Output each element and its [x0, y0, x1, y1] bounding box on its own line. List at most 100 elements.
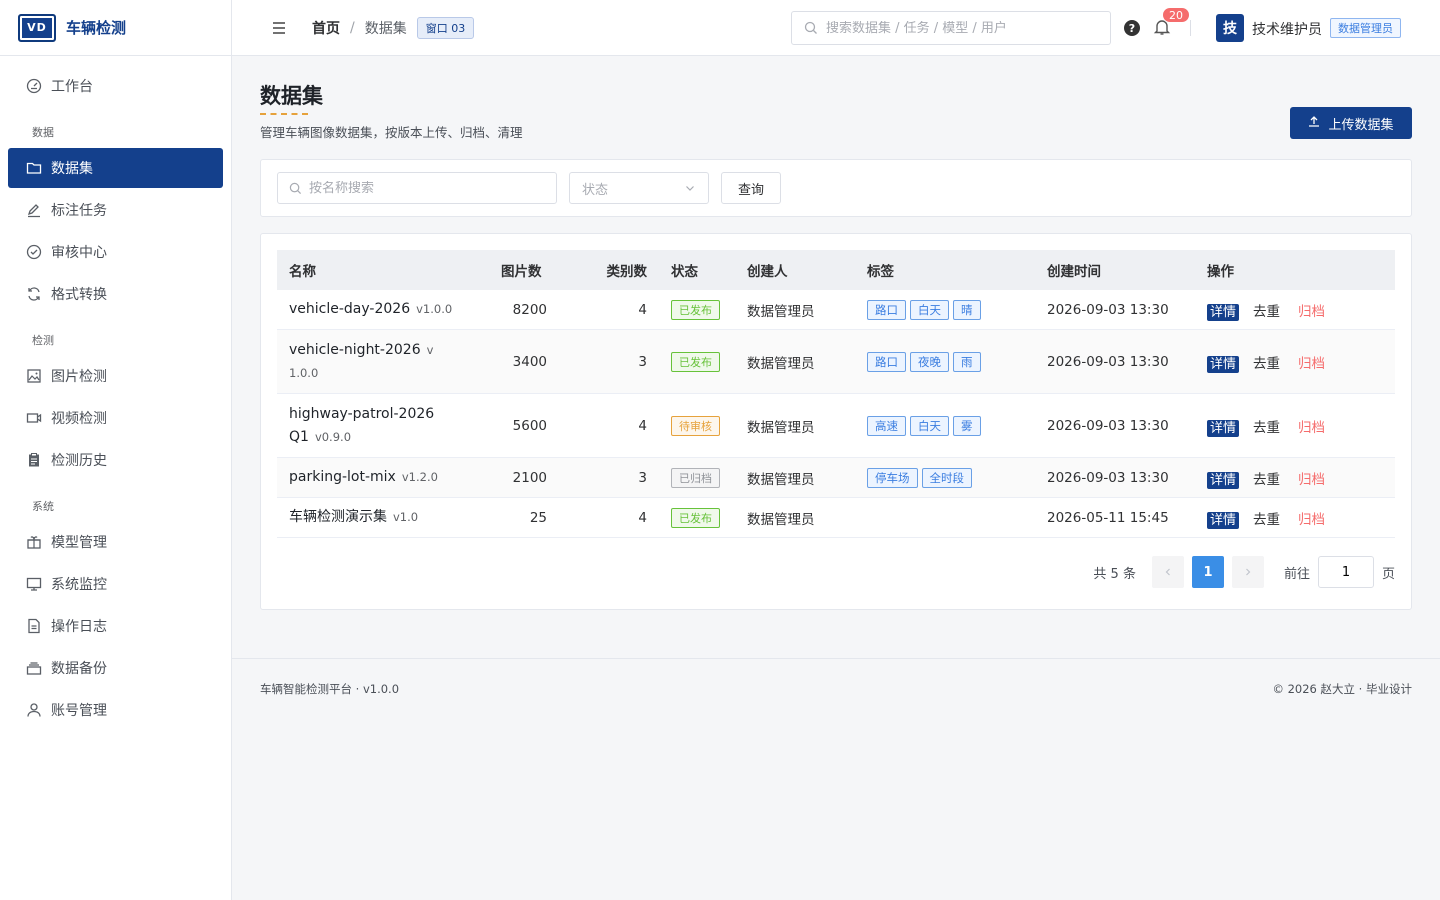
cell-created: 2026-09-03 13:30	[1047, 469, 1169, 486]
goto-page-input[interactable]	[1317, 556, 1374, 588]
sidebar-item-label: 操作日志	[51, 619, 107, 635]
detail-button[interactable]: 详情	[1207, 419, 1240, 437]
cell-creator: 数据管理员	[747, 419, 815, 436]
sidebar-item-label: 格式转换	[51, 287, 107, 303]
dedup-button[interactable]: 去重	[1253, 472, 1280, 488]
sidebar-item-label: 数据备份	[51, 661, 107, 677]
cell-status: 待审核	[647, 415, 747, 436]
table-header: 名称 图片数 类别数 状态 创建人 标签 创建时间 操作	[277, 250, 1395, 290]
dataset-name[interactable]: vehicle-night-2026 v1.0.0	[289, 339, 439, 385]
tag: 白天	[910, 299, 949, 320]
goto-label: 前往	[1283, 566, 1310, 582]
dataset-name[interactable]: highway-patrol-2026Q1 v0.9.0	[289, 403, 439, 449]
page-number-current[interactable]: 1	[1191, 556, 1224, 588]
title-underline	[260, 113, 308, 115]
archive-button[interactable]: 归档	[1298, 512, 1325, 528]
name-search[interactable]	[277, 172, 557, 204]
detail-button[interactable]: 详情	[1207, 355, 1240, 373]
cell-ops: 详情 去重 归档	[1207, 508, 1367, 529]
table-row[interactable]: highway-patrol-2026Q1 v0.9.0 5600 4 待审核 数据管理员…	[277, 394, 1395, 458]
notification-badge: 20	[1162, 7, 1190, 23]
table-row[interactable]: parking-lot-mix v1.2.0 2100 3 已归档 数据管理员 停车场 全时段…	[277, 458, 1395, 498]
dataset-name-text: vehicle-night-2026	[289, 341, 421, 358]
dataset-name[interactable]: vehicle-day-2026 v1.0.0	[289, 301, 452, 317]
cell-name: vehicle-night-2026 v1.0.0	[277, 339, 477, 385]
cell-tags: 路口 夜晚雨	[867, 351, 1047, 372]
document-icon	[25, 617, 43, 635]
archive-button[interactable]: 归档	[1298, 304, 1325, 320]
next-page-button[interactable]	[1231, 556, 1264, 588]
sidebar-item-backup[interactable]: 数据备份	[8, 648, 223, 688]
sidebar-item-video-detect[interactable]: 视频检测	[8, 398, 223, 438]
main-content: 数据集 管理车辆图像数据集，按版本上传、归档、清理 上传数据集 状态 查询 名称…	[232, 56, 1440, 900]
table-row[interactable]: 车辆检测演示集 v1.0 25 4 已发布 数据管理员 2026-05-11 15:45 详情…	[277, 498, 1395, 538]
footer-left: 车辆智能检测平台 · v1.0.0	[260, 682, 400, 696]
help-icon[interactable]: ?	[1124, 20, 1140, 36]
avatar[interactable]: 技	[1216, 14, 1244, 42]
sidebar-item-monitor[interactable]: 系统监控	[8, 564, 223, 604]
cell-images: 25	[529, 509, 547, 526]
name-search-input[interactable]	[309, 180, 549, 196]
cell-status: 已发布	[647, 299, 747, 320]
status-badge: 已发布	[671, 351, 720, 372]
cell-name: 车辆检测演示集 v1.0	[277, 506, 477, 529]
global-search-input[interactable]	[826, 20, 1086, 36]
sidebar-item-label: 审核中心	[51, 245, 107, 261]
sidebar-item-history[interactable]: 检测历史	[8, 440, 223, 480]
detail-button[interactable]: 详情	[1207, 511, 1240, 529]
global-search[interactable]	[791, 11, 1111, 45]
chevron-right-icon	[1246, 568, 1251, 576]
dedup-button[interactable]: 去重	[1253, 420, 1280, 436]
sidebar-group-label: 系统	[32, 500, 54, 513]
user-icon	[25, 701, 43, 719]
search-icon	[804, 21, 817, 34]
brand[interactable]: VD 车辆检测	[0, 0, 231, 56]
sidebar-item-datasets[interactable]: 数据集	[8, 148, 223, 188]
detail-button[interactable]: 详情	[1207, 303, 1240, 321]
tag: 白天	[910, 415, 949, 436]
brand-logo: VD	[18, 13, 56, 42]
dedup-button[interactable]: 去重	[1253, 512, 1280, 528]
breadcrumb-current: 数据集	[364, 20, 407, 37]
sidebar-item-image-detect[interactable]: 图片检测	[8, 356, 223, 396]
query-button[interactable]: 查询	[721, 172, 781, 204]
archive-button[interactable]: 归档	[1298, 472, 1325, 488]
breadcrumb-home[interactable]: 首页	[312, 18, 340, 38]
prev-page-button[interactable]	[1151, 556, 1184, 588]
cell-status: 已归档	[647, 467, 747, 488]
sidebar-nav: 工作台 数据 数据集 标注任务 审核中心 格式转换 检测 图片检测 视频检测 检测历史 系统 模型管理…	[0, 56, 231, 730]
sidebar: VD 车辆检测 工作台 数据 数据集 标注任务 审核中心 格式转换 检测 图片检测 视频检测 检测…	[0, 0, 232, 900]
upload-dataset-button[interactable]: 上传数据集	[1290, 107, 1412, 139]
username[interactable]: 技术维护员	[1252, 19, 1322, 39]
archive-button[interactable]: 归档	[1298, 356, 1325, 372]
sidebar-item-review[interactable]: 审核中心	[8, 232, 223, 272]
detail-button[interactable]: 详情	[1207, 471, 1240, 489]
sidebar-item-annotation[interactable]: 标注任务	[8, 190, 223, 230]
col-ops: 操作	[1207, 264, 1234, 280]
status-badge: 已发布	[671, 507, 720, 528]
dataset-table: 名称 图片数 类别数 状态 创建人 标签 创建时间 操作 vehicle-day…	[277, 250, 1395, 538]
menu-toggle-icon[interactable]	[270, 19, 288, 37]
sidebar-item-models[interactable]: 模型管理	[8, 522, 223, 562]
dataset-name-text: 车辆检测演示集	[289, 509, 387, 525]
table-row[interactable]: vehicle-day-2026 v1.0.0 8200 4 已发布 数据管理员 路口 白天晴…	[277, 290, 1395, 330]
dedup-button[interactable]: 去重	[1253, 304, 1280, 320]
cell-created: 2026-09-03 13:30	[1047, 353, 1169, 370]
dedup-button[interactable]: 去重	[1253, 356, 1280, 372]
table-row[interactable]: vehicle-night-2026 v1.0.0 3400 3 已发布 数据管理员 路口夜…	[277, 330, 1395, 394]
dataset-name[interactable]: parking-lot-mix v1.2.0	[289, 469, 438, 485]
sidebar-item-label: 图片检测	[51, 369, 107, 385]
sidebar-item-convert[interactable]: 格式转换	[8, 274, 223, 314]
chevron-left-icon	[1165, 568, 1170, 576]
sidebar-item-workbench[interactable]: 工作台	[8, 66, 223, 106]
dataset-name[interactable]: 车辆检测演示集 v1.0	[289, 509, 418, 525]
sidebar-item-accounts[interactable]: 账号管理	[8, 690, 223, 730]
tag: 全时段	[921, 467, 972, 488]
sidebar-item-logs[interactable]: 操作日志	[8, 606, 223, 646]
page-description: 管理车辆图像数据集，按版本上传、归档、清理	[260, 125, 523, 140]
archive-button[interactable]: 归档	[1298, 420, 1325, 436]
cell-name: highway-patrol-2026Q1 v0.9.0	[277, 403, 477, 449]
cell-creator: 数据管理员	[747, 471, 815, 488]
sidebar-item-label: 账号管理	[51, 703, 107, 719]
status-select[interactable]: 状态	[569, 172, 709, 204]
